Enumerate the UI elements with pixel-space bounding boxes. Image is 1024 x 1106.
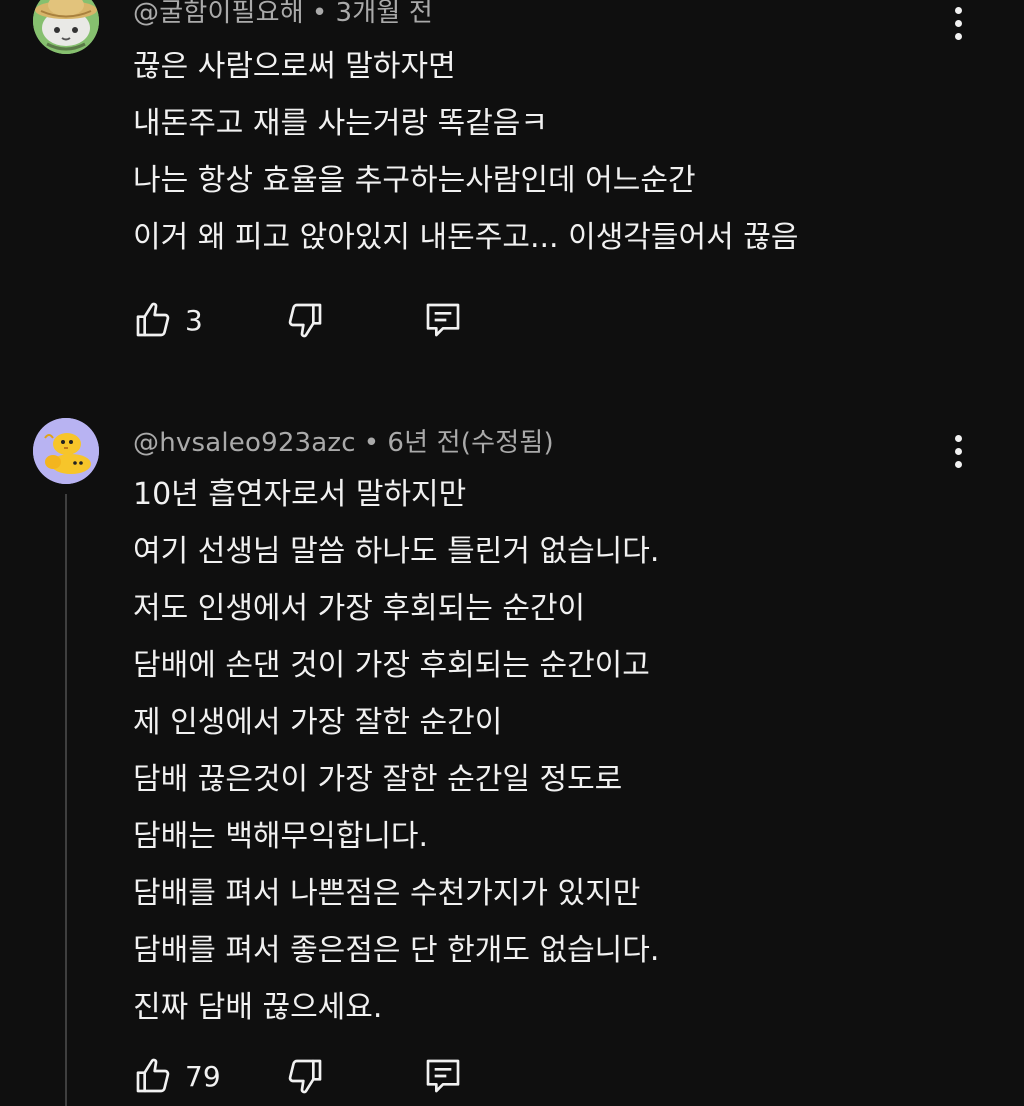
comment-timestamp[interactable]: 6년 전(수정됨) — [387, 428, 554, 458]
comment-text: 10년 흡연자로서 말하지만 여기 선생님 말씀 하나도 틀린거 없습니다. 저… — [133, 466, 659, 1036]
more-vert-icon[interactable] — [944, 430, 974, 474]
comment-line: 담배에 손댄 것이 가장 후회되는 순간이고 — [133, 648, 650, 683]
comment-line: 담배를 펴서 나쁜점은 수천가지가 있지만 — [133, 876, 641, 911]
reply-button[interactable] — [423, 1054, 463, 1098]
comment-line: 담배 끊은것이 가장 잘한 순간일 정도로 — [133, 762, 623, 797]
comment-line: 담배는 백해무익합니다. — [133, 819, 429, 854]
comment-header: @hvsaleo923azc • 6년 전(수정됨) — [133, 422, 554, 459]
comment-line: 여기 선생님 말씀 하나도 틀린거 없습니다. — [133, 534, 660, 569]
author-name[interactable]: @hvsaleo923azc — [133, 428, 356, 458]
dislike-button[interactable] — [285, 1054, 325, 1098]
comment-actions: 79 — [133, 1054, 533, 1098]
comment-line: 진짜 담배 끊으세요. — [133, 990, 383, 1025]
comment-line: 담배를 펴서 좋은점은 단 한개도 없습니다. — [133, 933, 660, 968]
reply-icon — [426, 1059, 460, 1093]
comment-line: 10년 흡연자로서 말하지만 — [133, 477, 467, 512]
like-count: 79 — [185, 1059, 221, 1093]
thread-line — [65, 494, 67, 1106]
meta-separator: • — [363, 428, 380, 458]
comment-line: 저도 인생에서 가장 후회되는 순간이 — [133, 591, 586, 626]
comment-2: @hvsaleo923azc • 6년 전(수정됨) 10년 흡연자로서 말하지만 … — [0, 0, 1024, 1106]
thumbs-down-icon — [288, 1059, 322, 1094]
avatar-yellow-chick-icon[interactable] — [33, 418, 99, 484]
thumbs-up-icon — [136, 1058, 170, 1093]
comment-line: 제 인생에서 가장 잘한 순간이 — [133, 705, 503, 740]
like-button[interactable]: 79 — [133, 1054, 221, 1098]
